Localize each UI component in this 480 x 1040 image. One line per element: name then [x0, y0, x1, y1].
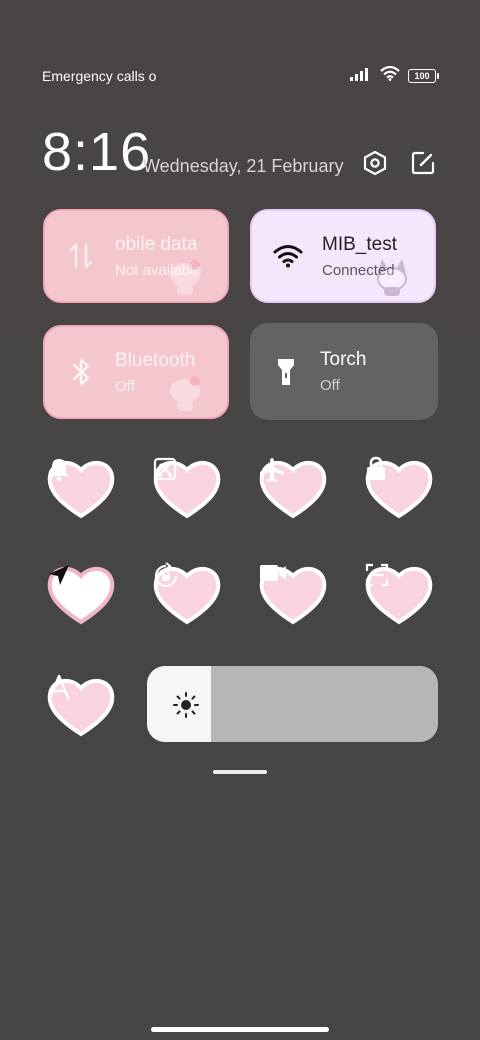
brightness-icon: [173, 692, 199, 723]
wifi-icon: [258, 244, 318, 268]
bluetooth-icon: [51, 357, 111, 387]
panel-drag-handle[interactable]: [213, 770, 267, 774]
tile-mobile-data-title: obile data: [115, 233, 198, 255]
toggle-font-size[interactable]: [46, 674, 116, 738]
bell-icon: [46, 456, 116, 516]
home-gesture-bar[interactable]: [151, 1027, 329, 1032]
wifi-status-icon: [380, 65, 400, 86]
clock-time: 8:16: [42, 122, 152, 182]
torch-icon: [256, 357, 316, 387]
tile-wifi[interactable]: MIB_test Connected: [250, 209, 436, 303]
toggle-location[interactable]: [46, 562, 116, 626]
tile-torch[interactable]: Torch Off: [250, 323, 438, 420]
scanner-icon: [364, 562, 434, 622]
tile-torch-status: Off: [320, 377, 340, 394]
tile-bluetooth-title: Bluetooth: [115, 349, 196, 371]
hello-kitty-icon: [170, 260, 200, 295]
tile-torch-title: Torch: [320, 349, 367, 370]
status-icons: 100: [350, 65, 439, 86]
toggle-screenshot[interactable]: [152, 456, 222, 520]
toggle-screen-recorder[interactable]: [258, 562, 328, 626]
edit-icon[interactable]: [410, 150, 436, 181]
hello-kitty-icon: [170, 376, 200, 411]
location-icon: [46, 562, 116, 622]
battery-icon: 100: [408, 69, 439, 83]
date-label: Wednesday, 21 February: [143, 156, 344, 176]
toggle-rotation-lock[interactable]: [152, 562, 222, 626]
toggle-scanner[interactable]: [364, 562, 434, 626]
screenshot-icon: [152, 456, 222, 516]
status-carrier-text: Emergency calls o: [42, 68, 157, 84]
brightness-slider[interactable]: [147, 666, 438, 742]
lock-icon: [364, 456, 434, 516]
font-size-icon: [46, 674, 116, 734]
settings-icon[interactable]: [362, 150, 388, 181]
tile-mobile-data[interactable]: obile data Not available: [43, 209, 229, 303]
tile-wifi-title: MIB_test: [322, 233, 397, 255]
toggle-airplane-mode[interactable]: [258, 456, 328, 520]
toggle-lock[interactable]: [364, 456, 434, 520]
signal-icon: [350, 67, 372, 86]
tile-bluetooth[interactable]: Bluetooth Off: [43, 325, 229, 419]
toggle-notifications[interactable]: [46, 456, 116, 520]
airplane-icon: [258, 456, 328, 516]
rotation-lock-icon: [152, 562, 222, 622]
screen-record-icon: [258, 562, 328, 622]
kuromi-icon: [377, 259, 407, 296]
mobile-data-icon: [51, 241, 111, 271]
header-actions: [362, 150, 436, 181]
